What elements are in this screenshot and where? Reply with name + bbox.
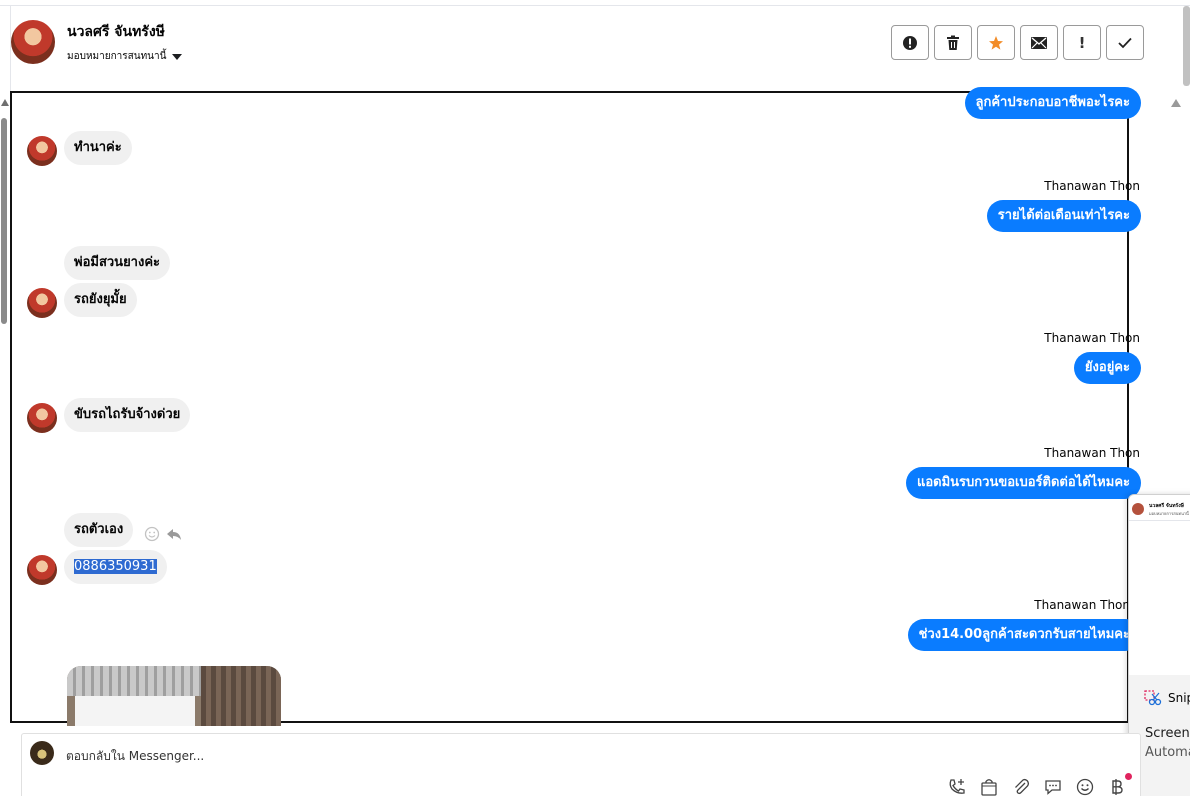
assign-conversation-dropdown[interactable]: มอบหมายการสนทนานี้ (67, 49, 183, 64)
scroll-up-arrow-icon[interactable] (1, 99, 9, 106)
popup-divider (1129, 520, 1190, 521)
reply-input[interactable] (66, 746, 666, 766)
conversation-scrollbar[interactable] (0, 94, 9, 724)
exclamation-icon: ! (1078, 33, 1086, 52)
popup-contact-name: นวลศรี จันทรังษี (1149, 503, 1184, 509)
sender-avatar[interactable] (27, 555, 57, 585)
sender-avatar[interactable] (27, 403, 57, 433)
popup-subtitle: Automa (1145, 745, 1190, 760)
messenger-inbox-page: นวลศรี จันทรังษี มอบหมายการสนทนานี้ ! ลู… (0, 0, 1190, 796)
incoming-message-phone[interactable]: 0886350931 (64, 550, 167, 584)
page-avatar (30, 741, 54, 765)
delete-button[interactable] (934, 25, 972, 60)
conversation-toolbar: ! (891, 25, 1144, 60)
smiley-react-icon[interactable] (144, 526, 160, 542)
phone-add-icon[interactable] (946, 776, 968, 796)
sender-avatar[interactable] (27, 136, 57, 166)
assign-conversation-label: มอบหมายการสนทนานี้ (67, 51, 167, 62)
reply-icon[interactable] (166, 526, 182, 542)
snip-app-label: Snip (1144, 690, 1190, 706)
mark-important-button[interactable]: ! (1063, 25, 1101, 60)
baht-icon[interactable] (1106, 776, 1128, 796)
photo-wall (201, 666, 281, 726)
outgoing-message[interactable]: แอดมินรบกวนขอเบอร์ติดต่อได้ไหมคะ (905, 467, 1141, 499)
page-scrollbar[interactable] (1183, 6, 1190, 86)
shopping-bag-icon[interactable] (978, 776, 1000, 796)
alert-circle-icon (903, 35, 917, 50)
incoming-message[interactable]: พ่อมีสวนยางค่ะ (64, 246, 171, 280)
popup-avatar (1132, 503, 1144, 515)
trash-icon (947, 35, 959, 50)
star-button[interactable] (977, 25, 1015, 60)
message-actions (144, 526, 182, 542)
check-icon (1118, 37, 1132, 48)
photo-attachment[interactable] (67, 666, 281, 726)
chat-bubble-icon[interactable] (1042, 776, 1064, 796)
sender-name: Thanawan Thon (1044, 331, 1140, 345)
outgoing-message[interactable]: ลูกค้าประกอบอาชีพอะไรคะ (964, 87, 1141, 119)
photo-sky (75, 696, 195, 726)
snip-label: Snip (1168, 691, 1190, 705)
mark-done-button[interactable] (1106, 25, 1144, 60)
sender-name: Thanawan Thon (1034, 598, 1130, 612)
spam-button[interactable] (891, 25, 929, 60)
sender-avatar[interactable] (27, 288, 57, 318)
envelope-icon (1031, 36, 1047, 49)
paperclip-icon[interactable] (1010, 776, 1032, 796)
mark-unread-button[interactable] (1020, 25, 1058, 60)
caret-down-icon (172, 53, 183, 60)
star-icon (989, 35, 1003, 50)
scroll-up-arrow-icon[interactable] (1171, 99, 1181, 107)
incoming-message[interactable]: รถยังยุมั้ย (64, 283, 137, 317)
outgoing-message[interactable]: ยังอยู่คะ (1073, 352, 1141, 384)
outgoing-message[interactable]: ช่วง14.00ลูกค้าสะดวกรับสายไหมคะ (907, 619, 1141, 651)
contact-name[interactable]: นวลศรี จันทรังษี (67, 21, 165, 43)
notification-dot (1125, 773, 1132, 780)
sender-name: Thanawan Thon (1044, 179, 1140, 193)
popup-title: Screens (1145, 726, 1190, 741)
scrollbar-thumb[interactable] (1, 118, 7, 324)
incoming-message[interactable]: รถตัวเอง (64, 513, 134, 547)
outgoing-message[interactable]: รายได้ต่อเดือนเท่าไรคะ (986, 200, 1141, 232)
contact-avatar[interactable] (11, 20, 55, 64)
popup-assign-label: มอบหมายการสนทนานี้ (1149, 511, 1189, 516)
smiley-icon[interactable] (1074, 776, 1096, 796)
incoming-message[interactable]: ทำนาค่ะ (64, 131, 132, 165)
composer-toolbar (946, 776, 1128, 796)
scissors-icon (1144, 690, 1162, 706)
top-divider (0, 5, 1190, 6)
selected-text[interactable]: 0886350931 (74, 559, 157, 574)
incoming-message[interactable]: ขับรถไถรับจ้างด่วย (64, 398, 191, 432)
left-divider (10, 5, 11, 93)
sender-name: Thanawan Thon (1044, 446, 1140, 460)
